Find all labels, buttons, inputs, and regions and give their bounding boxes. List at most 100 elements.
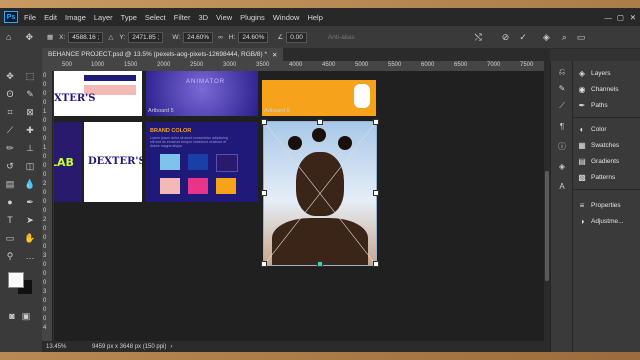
quick-mask-icon[interactable]: ◙ <box>6 310 18 322</box>
menu-image[interactable]: Image <box>65 13 86 22</box>
panel-label: Patterns <box>591 173 616 181</box>
hand-tool-icon[interactable]: ✋ <box>24 232 36 244</box>
crop-tool-icon[interactable]: ⌗ <box>4 106 16 118</box>
eyedropper-tool-icon[interactable]: ⟋ <box>4 124 16 136</box>
shape-tool-icon[interactable]: ▭ <box>4 232 16 244</box>
panel-adjustments[interactable]: ◑ Adjustme... <box>577 215 624 227</box>
panel-paths[interactable]: ✒ Paths <box>577 99 608 111</box>
paragraph-icon[interactable]: ¶ <box>557 121 567 131</box>
workspace-icon[interactable]: ▭ <box>577 32 586 43</box>
dodge-tool-icon[interactable]: ● <box>4 196 16 208</box>
3d-panel-icon[interactable]: ◈ <box>557 161 567 171</box>
stamp-tool-icon[interactable]: ⊥ <box>24 142 36 154</box>
reference-point-icon[interactable]: ▦ <box>47 33 53 41</box>
move-icon[interactable]: ✥ <box>25 32 33 43</box>
brush-tool-icon[interactable]: ✏ <box>4 142 16 154</box>
home-icon[interactable]: ⌂ <box>6 32 11 42</box>
vertical-ruler[interactable]: 0 0 0 0 1 0 0 0 1 0 0 0 2 0 0 0 2 0 0 0 … <box>42 71 53 341</box>
brush-settings-icon[interactable]: ✎ <box>557 83 567 93</box>
menu-3d[interactable]: 3D <box>198 13 208 22</box>
menu-plugins[interactable]: Plugins <box>240 13 265 22</box>
foreground-color-swatch[interactable] <box>8 272 24 288</box>
ruler-v-tick: 0 <box>43 154 47 160</box>
cancel-icon[interactable]: ⊘ <box>502 32 510 43</box>
swatch-pink <box>160 178 180 194</box>
search-icon[interactable]: ⌕ <box>562 32 567 43</box>
panel-properties[interactable]: ≡ Properties <box>577 199 621 211</box>
menu-file[interactable]: File <box>24 13 36 22</box>
type-tool-icon[interactable]: T <box>4 214 16 226</box>
ruler-v-tick: 0 <box>43 82 47 88</box>
pen-tool-icon[interactable]: ✒ <box>24 196 36 208</box>
transform-handle-mr[interactable] <box>373 190 379 196</box>
healing-tool-icon[interactable]: ✚ <box>24 124 36 136</box>
artboard-lab[interactable]: LAB <box>54 122 82 202</box>
y-label: Y: <box>119 33 126 41</box>
w-field[interactable]: 24.60% <box>183 31 214 43</box>
commit-icon[interactable]: ✓ <box>519 32 527 43</box>
canvas-area[interactable]: XTER'S ANIMATOR Artboard 5 Artboard 6 LA… <box>54 71 544 341</box>
ruler-v-tick: 1 <box>43 109 47 115</box>
tab-close-icon[interactable]: ✕ <box>272 51 277 59</box>
ruler-h-tick: 6000 <box>421 62 435 68</box>
gradient-tool-icon[interactable]: ▤ <box>4 178 16 190</box>
transform-handle-tr[interactable] <box>373 119 379 125</box>
menu-select[interactable]: Select <box>145 13 166 22</box>
menu-filter[interactable]: Filter <box>174 13 191 22</box>
h-field[interactable]: 24.60% <box>238 31 269 43</box>
menu-help[interactable]: Help <box>307 13 322 22</box>
transform-handle-bc[interactable] <box>317 261 323 267</box>
move-tool-icon[interactable]: ✥ <box>4 70 16 82</box>
y-field[interactable]: 2471.85 ; <box>128 31 164 43</box>
scrollbar-thumb[interactable] <box>545 171 549 281</box>
zoom-level[interactable]: 13.45% <box>46 344 84 350</box>
warp-icon[interactable]: ⤭ <box>475 32 482 43</box>
transform-bounding-box[interactable] <box>263 121 377 266</box>
status-arrow-icon[interactable]: › <box>170 344 172 350</box>
artboard-top-left[interactable]: XTER'S <box>54 71 142 116</box>
quick-select-tool-icon[interactable]: ✎ <box>24 88 36 100</box>
menu-type[interactable]: Type <box>121 13 137 22</box>
menu-view[interactable]: View <box>216 13 232 22</box>
link-icon[interactable]: ∞ <box>218 34 223 41</box>
artboard-brand-color[interactable]: BRAND COLOR Lorem ipsum dolor sit amet c… <box>146 122 258 202</box>
panel-patterns[interactable]: ▩ Patterns <box>577 171 615 183</box>
history-brush-icon[interactable]: ↺ <box>4 160 16 172</box>
brush-icon[interactable]: ⟋ <box>557 101 567 111</box>
delta-icon[interactable]: △ <box>108 33 113 41</box>
artboard-dexters[interactable]: DEXTER'S <box>84 122 142 202</box>
transform-handle-tl[interactable] <box>261 119 267 125</box>
transform-handle-br[interactable] <box>373 261 379 267</box>
more-tools-icon[interactable]: … <box>24 250 36 262</box>
panel-layers[interactable]: ◈ Layers <box>577 67 611 79</box>
panel-swatches[interactable]: ▦ Swatches <box>577 139 619 151</box>
x-field[interactable]: 4588.16 ; <box>68 31 104 43</box>
character-panel-icon[interactable]: A <box>557 181 567 191</box>
path-select-tool-icon[interactable]: ➤ <box>24 214 36 226</box>
info-icon[interactable]: ⓘ <box>557 141 567 151</box>
transform-handle-ml[interactable] <box>261 190 267 196</box>
menu-window[interactable]: Window <box>273 13 300 22</box>
panel-color[interactable]: ◐ Color <box>577 123 607 135</box>
menu-edit[interactable]: Edit <box>44 13 57 22</box>
blur-tool-icon[interactable]: 💧 <box>24 178 36 190</box>
frame-tool-icon[interactable]: ⊠ <box>24 106 36 118</box>
close-icon[interactable]: ✕ <box>630 13 636 22</box>
document-tab[interactable]: BEHANCE PROJECT.psd @ 13.5% (pexels-aog-… <box>42 48 284 61</box>
eraser-tool-icon[interactable]: ◫ <box>24 160 36 172</box>
transform-handle-bl[interactable] <box>261 261 267 267</box>
panel-channels[interactable]: ◉ Channels <box>577 83 619 95</box>
antialias-checkbox[interactable]: Anti-alias <box>328 34 355 41</box>
3d-icon[interactable]: ◈ <box>543 32 550 43</box>
maximize-icon[interactable]: ▢ <box>617 13 624 22</box>
zoom-tool-icon[interactable]: ⚲ <box>4 250 16 262</box>
menu-layer[interactable]: Layer <box>94 13 113 22</box>
transform-handle-tc[interactable] <box>317 119 323 125</box>
marquee-tool-icon[interactable]: ⬚ <box>24 70 36 82</box>
lasso-tool-icon[interactable]: ʘ <box>4 88 16 100</box>
history-icon[interactable]: ⎌ <box>557 67 567 77</box>
screen-mode-icon[interactable]: ▣ <box>20 310 32 322</box>
angle-field[interactable]: 0.00 <box>286 31 307 43</box>
minimize-icon[interactable]: — <box>605 13 613 22</box>
panel-gradients[interactable]: ▤ Gradients <box>577 155 619 167</box>
